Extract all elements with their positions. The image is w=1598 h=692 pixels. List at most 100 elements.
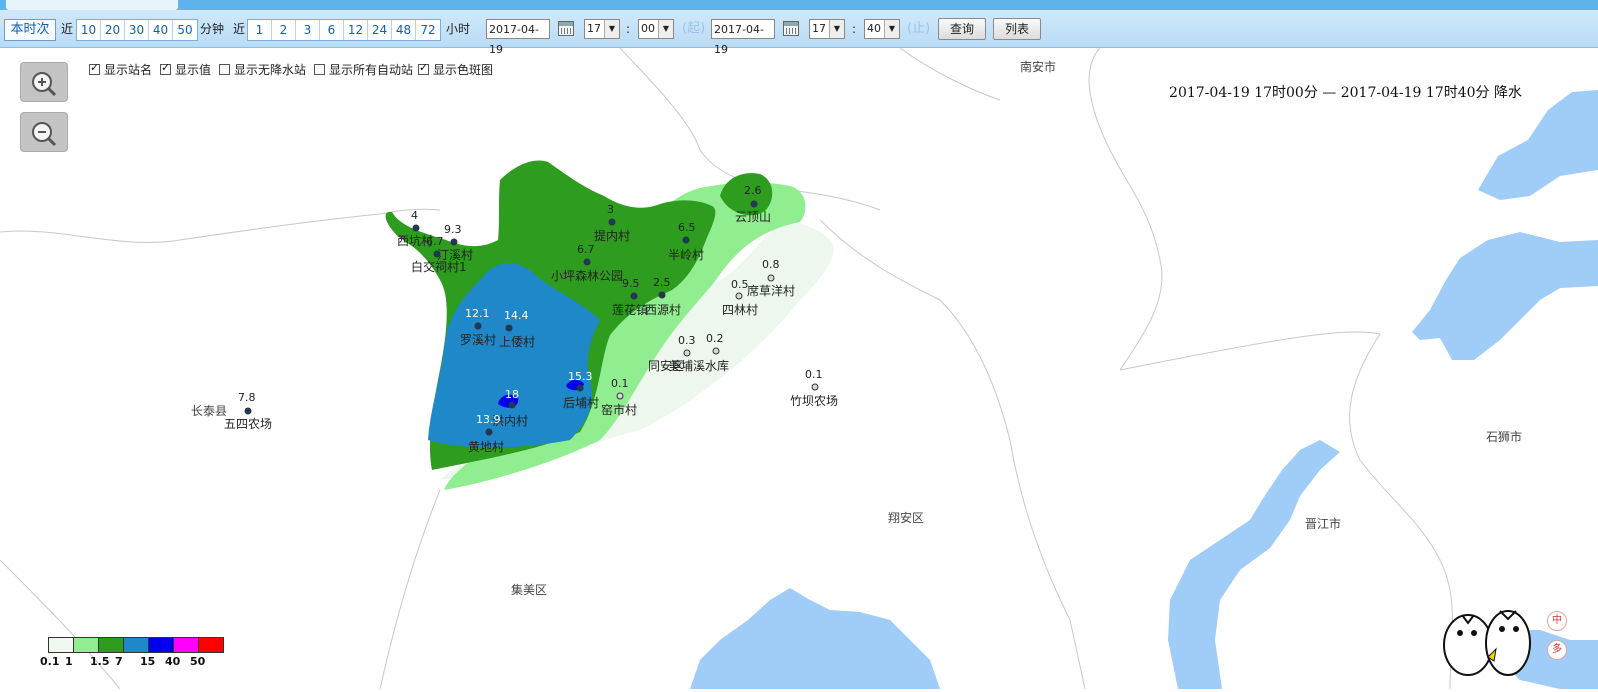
station-dot[interactable] xyxy=(485,428,493,436)
option-label: 显示站名 xyxy=(104,63,153,77)
legend-swatch xyxy=(199,638,223,652)
hour-option[interactable]: 48 xyxy=(392,20,416,40)
boundary-line xyxy=(1088,47,1163,371)
checkbox[interactable] xyxy=(314,64,325,75)
zoom-in-button[interactable] xyxy=(20,62,68,102)
start-hour-select[interactable]: 17 ▼ xyxy=(584,19,620,39)
current-time-button[interactable]: 本时次 xyxy=(4,19,56,41)
zoom-out-button[interactable] xyxy=(20,112,68,152)
checkbox[interactable] xyxy=(219,64,230,75)
station-dot[interactable] xyxy=(616,392,624,400)
station-value: 15.3 xyxy=(568,370,593,383)
minute-option[interactable]: 10 xyxy=(77,20,101,40)
precip-legend: 0.1 1 1.5 7 15 40 50 xyxy=(40,637,224,668)
minute-option[interactable]: 50 xyxy=(173,20,197,40)
station-dot[interactable] xyxy=(811,383,819,391)
toolbar: 本时次 近 10 20 30 40 50 分钟 近 1 2 3 6 12 24 … xyxy=(0,0,1598,56)
boundary-line xyxy=(1119,331,1381,371)
checkbox[interactable] xyxy=(89,61,100,75)
station-dot[interactable] xyxy=(474,322,482,330)
right-tool-button[interactable]: 多 xyxy=(1547,640,1567,660)
hour-option[interactable]: 1 xyxy=(248,20,272,40)
option-label: 显示值 xyxy=(175,63,212,77)
end-minute-select[interactable]: 40 ▼ xyxy=(864,19,900,39)
station-dot[interactable] xyxy=(735,292,743,300)
minute-option[interactable]: 30 xyxy=(125,20,149,40)
option-show-no-rain[interactable]: 显示无降水站 xyxy=(219,61,306,78)
hour-option[interactable]: 72 xyxy=(416,20,440,40)
station-marker[interactable]: 0.1 竹坝农场 xyxy=(790,368,838,408)
boundary-line xyxy=(0,559,121,690)
legend-swatch xyxy=(174,638,199,652)
station-dot[interactable] xyxy=(508,401,516,409)
station-dot[interactable] xyxy=(412,224,420,232)
station-dot[interactable] xyxy=(608,218,616,226)
legend-swatch xyxy=(49,638,74,652)
checkbox[interactable] xyxy=(418,61,429,75)
station-marker[interactable]: 7.8 五四农场 xyxy=(224,391,272,431)
hour-option[interactable]: 24 xyxy=(368,20,392,40)
chevron-down-icon: ▼ xyxy=(658,20,673,38)
station-dot[interactable] xyxy=(244,407,252,415)
list-button[interactable]: 列表 xyxy=(993,18,1041,40)
bay-east-upper xyxy=(1412,232,1598,360)
option-show-station-name[interactable]: 显示站名 xyxy=(89,61,152,78)
end-hour-select[interactable]: 17 ▼ xyxy=(809,19,845,39)
station-dot[interactable] xyxy=(576,384,584,392)
station-value: 0.5 xyxy=(731,278,749,291)
place-xiangan: 翔安区 xyxy=(888,510,924,525)
legend-swatch xyxy=(99,638,124,652)
station-value: 9.3 xyxy=(444,223,462,236)
map-svg: 南安市 长泰县 翔安区 集美区 晋江市 石狮市 4西坑村9.3汀溪村6.7白交祠… xyxy=(0,47,1598,690)
station-dot[interactable] xyxy=(630,292,638,300)
hour-option[interactable]: 12 xyxy=(344,20,368,40)
hour-selector: 1 2 3 6 12 24 48 72 xyxy=(247,19,441,41)
station-name: 美埔溪水库 xyxy=(669,358,729,373)
station-dot[interactable] xyxy=(712,347,720,355)
station-name: 窑市村 xyxy=(601,402,637,417)
station-name: 黄地村 xyxy=(468,440,504,454)
near-label-2: 近 xyxy=(233,22,246,36)
legend-swatch xyxy=(124,638,149,652)
station-value: 14.4 xyxy=(504,309,529,322)
right-tool-button[interactable]: 中 xyxy=(1547,611,1567,631)
near-label: 近 xyxy=(61,22,74,36)
end-date-input[interactable]: 2017-04-19 xyxy=(711,19,775,56)
station-dot[interactable] xyxy=(683,349,691,357)
option-show-value[interactable]: 显示值 xyxy=(160,61,211,78)
station-name: 五四农场 xyxy=(224,417,272,431)
checkbox[interactable] xyxy=(160,61,171,75)
legend-swatches xyxy=(48,637,224,653)
option-show-color-map[interactable]: 显示色斑图 xyxy=(418,61,493,78)
query-button[interactable]: 查询 xyxy=(938,18,986,40)
station-dot[interactable] xyxy=(505,324,513,332)
legend-value: 7 xyxy=(115,655,123,668)
station-dot[interactable] xyxy=(750,200,758,208)
station-dot[interactable] xyxy=(433,250,441,258)
calendar-icon[interactable] xyxy=(783,21,799,36)
station-value: 0.8 xyxy=(762,258,780,271)
station-value: 0.3 xyxy=(678,334,696,347)
station-dot[interactable] xyxy=(658,291,666,299)
station-name: 四林村 xyxy=(722,303,758,317)
station-value: 3 xyxy=(607,203,614,216)
start-date-input[interactable]: 2017-04-19 xyxy=(486,19,550,56)
station-dot[interactable] xyxy=(767,274,775,282)
legend-value: 1 xyxy=(65,655,73,668)
hour-option[interactable]: 3 xyxy=(296,20,320,40)
map-canvas[interactable]: 南安市 长泰县 翔安区 集美区 晋江市 石狮市 4 西坑村 9.3 汀溪村 6.7 白交祠… xyxy=(0,47,1598,690)
station-dot[interactable] xyxy=(583,258,591,266)
hour-option[interactable]: 6 xyxy=(320,20,344,40)
station-dot[interactable] xyxy=(682,236,690,244)
station-value: 0.1 xyxy=(611,377,629,390)
start-minute-select[interactable]: 00 ▼ xyxy=(638,19,674,39)
minute-option[interactable]: 40 xyxy=(149,20,173,40)
top-strip xyxy=(0,0,1598,10)
station-value: 6.7 xyxy=(577,243,595,256)
minute-option[interactable]: 20 xyxy=(101,20,125,40)
option-show-all-auto[interactable]: 显示所有自动站 xyxy=(314,61,413,78)
station-value: 13.9 xyxy=(476,413,501,426)
station-dot[interactable] xyxy=(450,238,458,246)
hour-option[interactable]: 2 xyxy=(272,20,296,40)
calendar-icon[interactable] xyxy=(558,21,574,36)
